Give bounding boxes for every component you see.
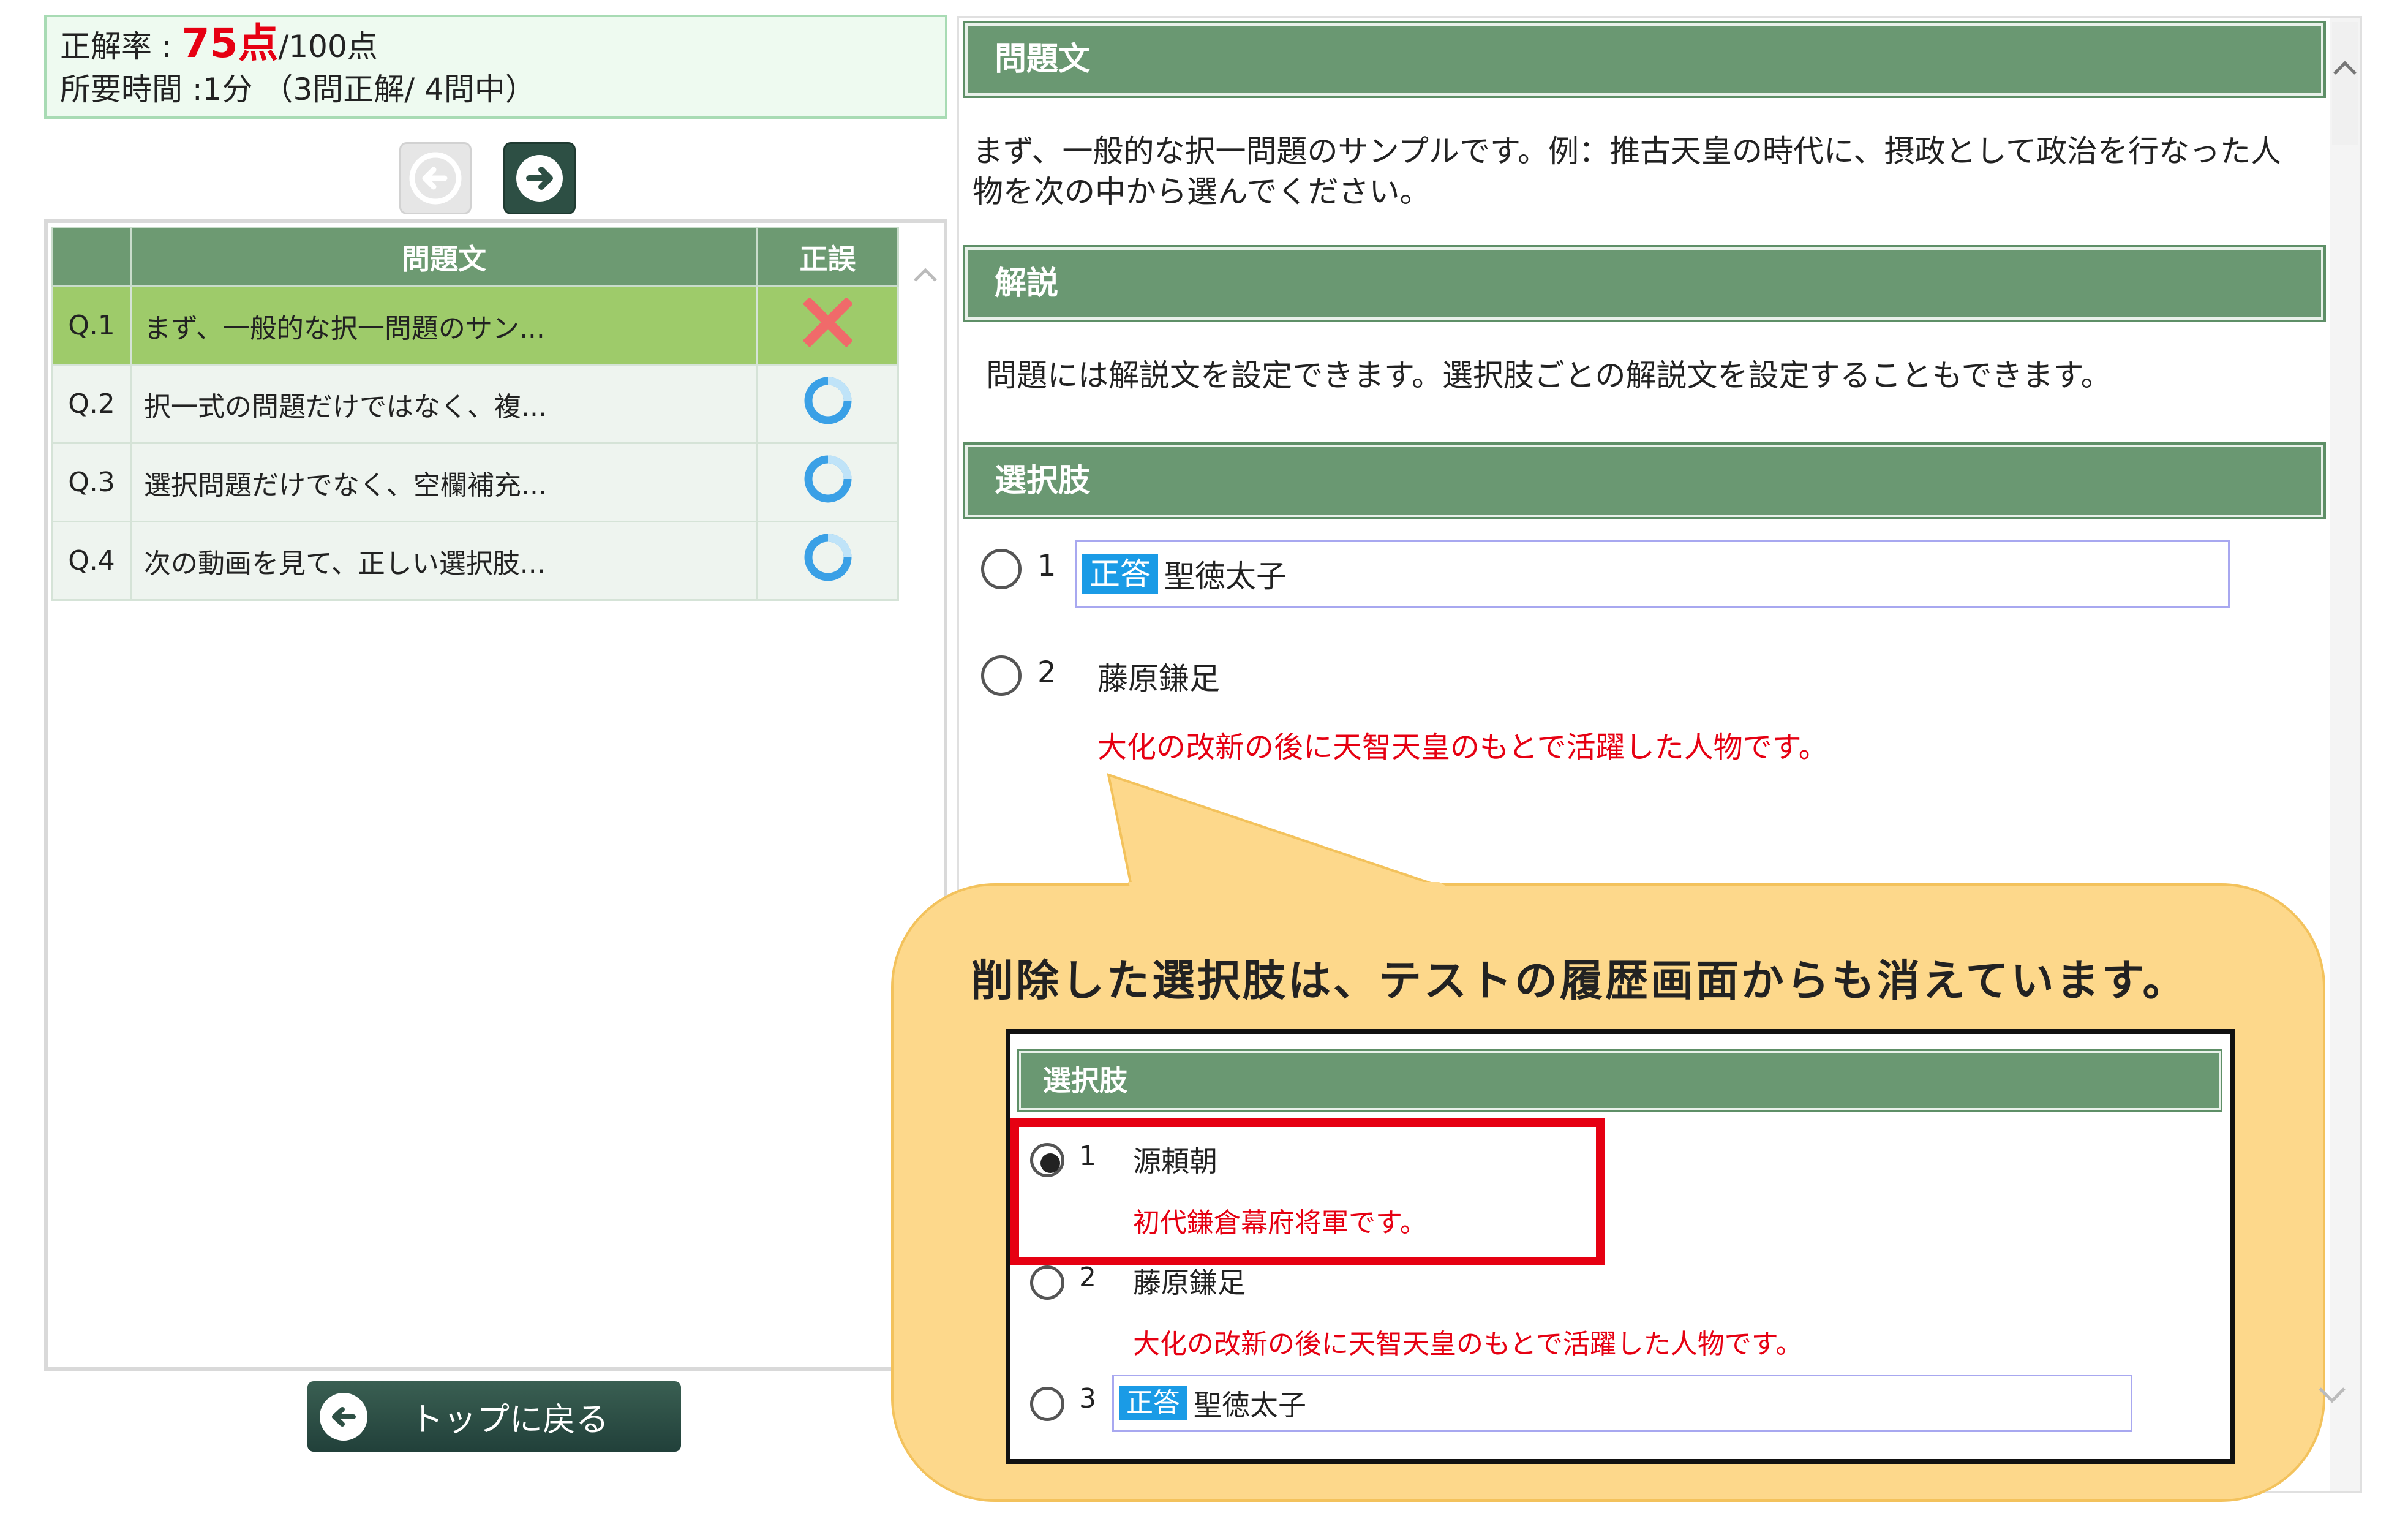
score-rate-value: 75点 xyxy=(181,20,279,67)
question-summary: 次の動画を見て、正しい選択肢... xyxy=(130,521,758,601)
arrow-right-icon xyxy=(516,155,563,202)
explanation-text: 問題には解説文を設定できます。選択肢ごとの解説文を設定することもできます。 xyxy=(986,358,2112,393)
inner-choices-header: 選択肢 xyxy=(1017,1049,2222,1112)
elapsed-time-line: 所要時間 :1分 （3問正解/ 4問中） xyxy=(60,72,536,107)
choice-answer-box: 正答 聖徳太子 xyxy=(1075,540,2230,608)
question-table-header: 問題文 正誤 xyxy=(51,227,899,287)
back-arrow-icon xyxy=(320,1392,367,1441)
header-question-text: 問題文 xyxy=(130,227,758,287)
question-summary: 択一式の問題だけではなく、複... xyxy=(130,364,758,444)
next-question-button[interactable] xyxy=(503,142,576,214)
score-rate-label: 正解率 : xyxy=(60,29,182,64)
table-row[interactable]: Q.3 選択問題だけでなく、空欄補充... xyxy=(51,442,899,522)
table-row[interactable]: Q.1 まず、一般的な択一問題のサン... xyxy=(51,285,899,366)
table-row[interactable]: Q.4 次の動画を見て、正しい選択肢... xyxy=(51,521,899,601)
wrong-mark-icon xyxy=(802,296,853,348)
inner-choice-answer-box: 正答 聖徳太子 xyxy=(1112,1375,2132,1432)
scrollbar-thumb[interactable] xyxy=(2332,22,2358,145)
question-text: まず、一般的な択一問題のサンプルです。例：推古天皇の時代に、摂政として政治を行な… xyxy=(973,134,2281,209)
inner-choice-text: 聖徳太子 xyxy=(1194,1389,1306,1422)
question-summary: 選択問題だけでなく、空欄補充... xyxy=(130,442,758,522)
chevron-up-icon[interactable] xyxy=(2330,53,2360,83)
header-result: 正誤 xyxy=(756,227,899,287)
question-number: Q.1 xyxy=(51,285,132,366)
choice-text: 聖徳太子 xyxy=(1164,559,1287,594)
back-to-top-label: トップに戻る xyxy=(410,1400,609,1439)
inner-choice-radio xyxy=(1030,1387,1064,1421)
choice-text: 藤原鎌足 xyxy=(1097,661,1220,696)
question-number: Q.4 xyxy=(51,521,132,601)
detail-scrollbar[interactable] xyxy=(2330,18,2360,1491)
prev-question-button[interactable] xyxy=(399,142,472,214)
choice-number: 1 xyxy=(1037,549,1056,583)
inner-choice-number: 2 xyxy=(1079,1262,1096,1293)
correct-mark-icon xyxy=(804,455,851,503)
callout-title: 削除した選択肢は、テストの履歴画面からも消えています。 xyxy=(971,956,2188,1006)
score-rate-line: 正解率 : 75点/100点 xyxy=(60,22,931,68)
question-number: Q.3 xyxy=(51,442,132,522)
score-rate-total: /100点 xyxy=(278,29,378,64)
choice-explanation: 大化の改新の後に天智天皇のもとで活躍した人物です。 xyxy=(1097,730,1828,764)
back-to-top-button[interactable]: トップに戻る xyxy=(307,1381,681,1452)
correct-answer-tag: 正答 xyxy=(1082,554,1158,594)
inner-correct-answer-tag: 正答 xyxy=(1119,1386,1187,1420)
inner-choice-text: 藤原鎌足 xyxy=(1133,1266,1246,1299)
history-screen-example: 選択肢 1 源頼朝 初代鎌倉幕府将軍です。 2 藤原鎌足 大化の改新の後に天智天… xyxy=(1006,1029,2235,1464)
callout-pointer-fill xyxy=(1128,882,1464,897)
deleted-choice-highlight xyxy=(1010,1118,1605,1265)
question-table: 問題文 正誤 Q.1 まず、一般的な択一問題のサン... Q.2 択一式の問題だ… xyxy=(51,227,899,601)
choice-number: 2 xyxy=(1037,655,1056,690)
inner-choice-number: 3 xyxy=(1079,1383,1096,1414)
inner-choice-radio xyxy=(1030,1265,1064,1300)
inner-choice-explanation: 大化の改新の後に天智天皇のもとで活躍した人物です。 xyxy=(1133,1329,1803,1360)
table-row[interactable]: Q.2 択一式の問題だけではなく、複... xyxy=(51,364,899,444)
question-list-panel[interactable]: 問題文 正誤 Q.1 まず、一般的な択一問題のサン... Q.2 択一式の問題だ… xyxy=(44,219,947,1371)
explanation-header: 解説 xyxy=(963,245,2326,322)
header-number xyxy=(51,227,132,287)
choice-radio[interactable] xyxy=(981,655,1022,696)
score-summary: 正解率 : 75点/100点 所要時間 :1分 （3問正解/ 4問中） xyxy=(44,15,947,119)
question-number: Q.2 xyxy=(51,364,132,444)
question-summary: まず、一般的な択一問題のサン... xyxy=(130,285,758,366)
question-header: 問題文 xyxy=(963,21,2326,98)
correct-mark-icon xyxy=(804,534,851,581)
choice-radio[interactable] xyxy=(981,549,1022,589)
correct-mark-icon xyxy=(804,377,851,424)
chevron-down-icon[interactable] xyxy=(2314,1375,2350,1412)
choices-header: 選択肢 xyxy=(963,442,2326,519)
chevron-up-icon[interactable] xyxy=(910,260,941,290)
arrow-left-icon xyxy=(409,152,462,205)
